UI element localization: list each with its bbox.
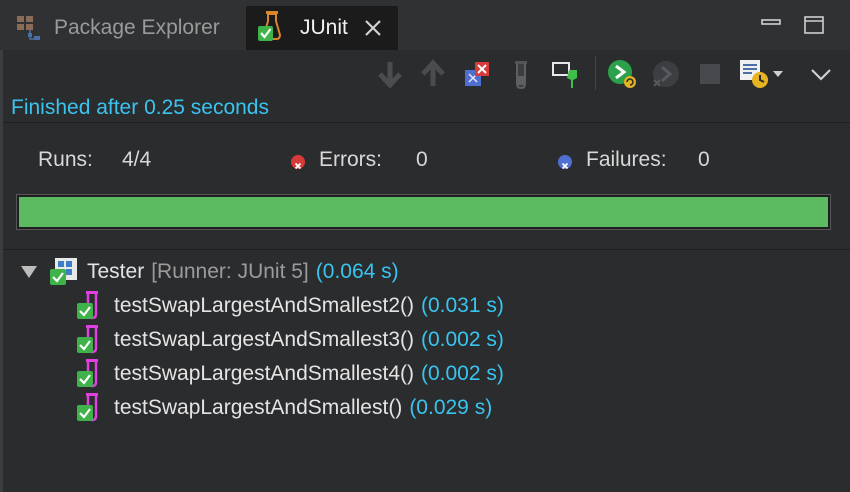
runs-value: 4/4 — [122, 148, 152, 171]
suite-name: Tester — [87, 260, 145, 283]
maximize-icon[interactable] — [803, 14, 825, 36]
tree-test-item[interactable]: testSwapLargestAndSmallest4() (0.002 s) — [76, 358, 504, 390]
test-tree[interactable]: Tester [Runner: JUnit 5] (0.064 s) testS… — [3, 254, 850, 492]
package-explorer-icon — [14, 13, 44, 43]
tab-junit[interactable]: JUnit — [246, 6, 398, 50]
close-icon[interactable] — [362, 17, 384, 39]
junit-view: Finished after 0.25 seconds Runs: 4/4 Er… — [3, 50, 850, 492]
test-time: (0.029 s) — [409, 396, 493, 419]
tree-root-tester[interactable]: Tester [Runner: JUnit 5] (0.064 s) — [21, 256, 399, 288]
test-name: testSwapLargestAndSmallest2() — [114, 294, 414, 317]
junit-toolbar — [3, 50, 850, 94]
stop-icon[interactable] — [694, 58, 726, 90]
test-name: testSwapLargestAndSmallest3() — [114, 328, 414, 351]
minimize-icon[interactable] — [760, 14, 782, 36]
show-skipped-tests-icon[interactable] — [505, 58, 537, 90]
suite-time: (0.064 s) — [315, 260, 399, 283]
errors-label: Errors: — [319, 148, 382, 171]
rerun-test-icon[interactable] — [606, 58, 638, 90]
previous-failure-icon[interactable] — [417, 58, 449, 90]
next-failure-icon[interactable] — [374, 58, 406, 90]
junit-flask-icon — [256, 11, 286, 43]
tree-test-item[interactable]: testSwapLargestAndSmallest3() (0.002 s) — [76, 324, 504, 356]
test-time: (0.031 s) — [420, 294, 504, 317]
test-counters: Runs: 4/4 Errors: 0 Failures: 0 — [3, 144, 850, 184]
runs-label: Runs: — [38, 148, 93, 171]
test-run-history-icon[interactable] — [738, 58, 770, 90]
history-dropdown-icon[interactable] — [769, 58, 787, 90]
scroll-lock-icon[interactable] — [549, 58, 581, 90]
rerun-failed-first-icon[interactable] — [650, 58, 682, 90]
progress-bar — [16, 194, 831, 230]
failures-value: 0 — [698, 148, 710, 171]
divider — [3, 122, 850, 123]
divider — [3, 249, 850, 250]
progress-fill — [19, 197, 828, 227]
toolbar-separator — [595, 56, 596, 90]
test-passed-icon — [76, 324, 106, 356]
expand-twisty-icon[interactable] — [21, 266, 37, 278]
tab-label: JUnit — [300, 16, 348, 39]
test-time: (0.002 s) — [420, 362, 504, 385]
errors-value: 0 — [416, 148, 428, 171]
test-passed-icon — [76, 392, 106, 424]
tab-package-explorer[interactable]: Package Explorer — [10, 6, 242, 50]
tree-test-item[interactable]: testSwapLargestAndSmallest() (0.029 s) — [76, 392, 492, 424]
error-icon — [291, 155, 305, 170]
test-time: (0.002 s) — [420, 328, 504, 351]
status-message: Finished after 0.25 seconds — [11, 96, 269, 119]
test-name: testSwapLargestAndSmallest() — [114, 396, 403, 419]
tree-test-item[interactable]: testSwapLargestAndSmallest2() (0.031 s) — [76, 290, 504, 322]
test-passed-icon — [76, 290, 106, 322]
failure-icon — [558, 155, 572, 170]
tab-label: Package Explorer — [54, 16, 220, 39]
tab-bar: Package Explorer JUnit — [0, 0, 850, 50]
suite-runner: [Runner: JUnit 5] — [151, 260, 309, 283]
test-suite-passed-icon — [49, 256, 79, 288]
show-failures-only-icon[interactable] — [461, 58, 493, 90]
view-menu-icon[interactable] — [805, 58, 837, 90]
test-passed-icon — [76, 358, 106, 390]
failures-label: Failures: — [586, 148, 667, 171]
test-name: testSwapLargestAndSmallest4() — [114, 362, 414, 385]
